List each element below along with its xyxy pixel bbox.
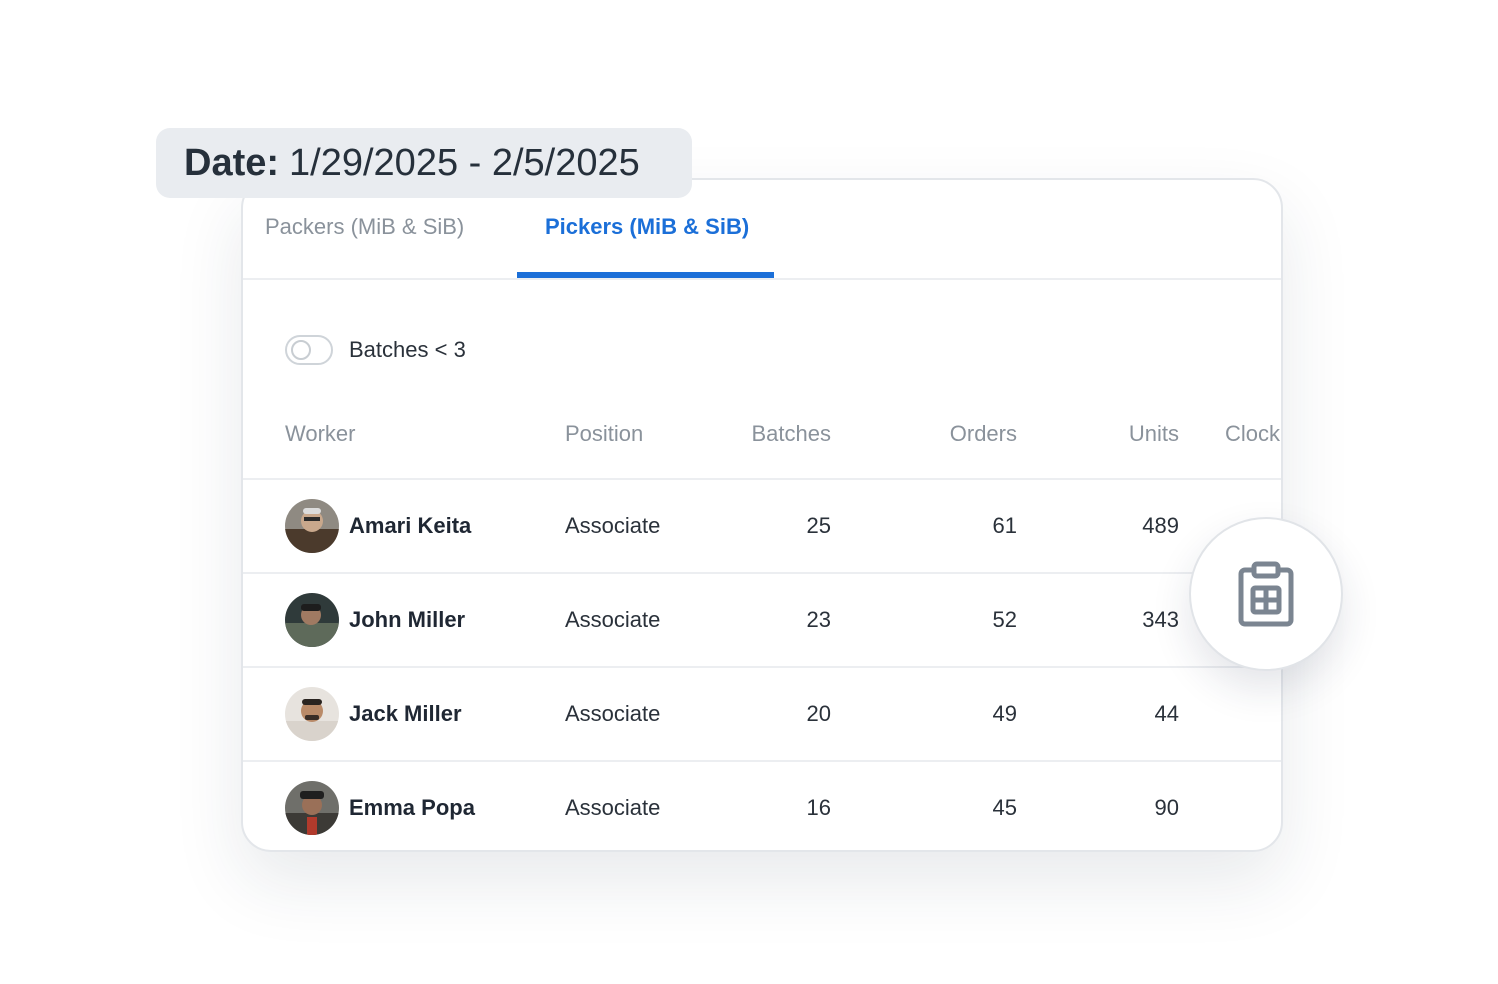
avatar: [285, 687, 339, 741]
worker-units: 90: [1154, 795, 1179, 820]
batches-toggle-label: Batches < 3: [349, 337, 466, 362]
column-header-orders[interactable]: Orders: [950, 421, 1017, 447]
worker-position: Associate: [565, 795, 661, 820]
worker-batches: 20: [806, 701, 831, 726]
toggle-knob: [291, 340, 311, 360]
worker-units: 343: [1142, 607, 1179, 632]
batches-filter: Batches < 3: [285, 332, 466, 368]
worker-position: Associate: [565, 701, 661, 726]
column-header-position[interactable]: Position: [565, 421, 643, 447]
date-label: Date:: [184, 141, 280, 184]
worker-name[interactable]: Amari Keita: [349, 480, 471, 572]
avatar: [285, 593, 339, 647]
worker-orders: 61: [992, 513, 1017, 538]
worker-batches: 16: [806, 795, 831, 820]
active-tab-indicator: [517, 272, 774, 278]
table-row[interactable]: Emma Popa Associate 16 45 90: [243, 762, 1281, 850]
batches-toggle[interactable]: [285, 335, 333, 365]
column-header-batches[interactable]: Batches: [752, 421, 832, 447]
date-range-value: 1/29/2025 - 2/5/2025: [289, 141, 640, 184]
table-row[interactable]: Amari Keita Associate 25 61 489: [243, 480, 1281, 574]
avatar: [285, 781, 339, 835]
tab-packers[interactable]: Packers (MiB & SiB): [265, 214, 464, 240]
worker-name[interactable]: John Miller: [349, 574, 465, 666]
clipboard-action-button[interactable]: [1189, 517, 1343, 671]
worker-units: 489: [1142, 513, 1179, 538]
column-header-units[interactable]: Units: [1129, 421, 1179, 447]
worker-position: Associate: [565, 513, 661, 538]
clipboard-grid-icon: [1238, 561, 1294, 627]
table-row[interactable]: Jack Miller Associate 20 49 44: [243, 668, 1281, 762]
worker-orders: 52: [992, 607, 1017, 632]
column-header-worker[interactable]: Worker: [285, 421, 356, 447]
worker-position: Associate: [565, 607, 661, 632]
date-range-pill[interactable]: Date: 1/29/2025 - 2/5/2025: [156, 128, 692, 198]
tab-pickers[interactable]: Pickers (MiB & SiB): [545, 214, 749, 240]
worker-name[interactable]: Emma Popa: [349, 762, 475, 850]
worker-orders: 49: [992, 701, 1017, 726]
worker-batches: 25: [806, 513, 831, 538]
avatar: [285, 499, 339, 553]
workers-table-card: Packers (MiB & SiB) Pickers (MiB & SiB) …: [241, 178, 1283, 852]
table-row[interactable]: John Miller Associate 23 52 343: [243, 574, 1281, 668]
worker-name[interactable]: Jack Miller: [349, 668, 462, 760]
worker-batches: 23: [806, 607, 831, 632]
worker-orders: 45: [992, 795, 1017, 820]
worker-units: 44: [1154, 701, 1179, 726]
column-header-clock[interactable]: Clock: [1225, 421, 1280, 447]
